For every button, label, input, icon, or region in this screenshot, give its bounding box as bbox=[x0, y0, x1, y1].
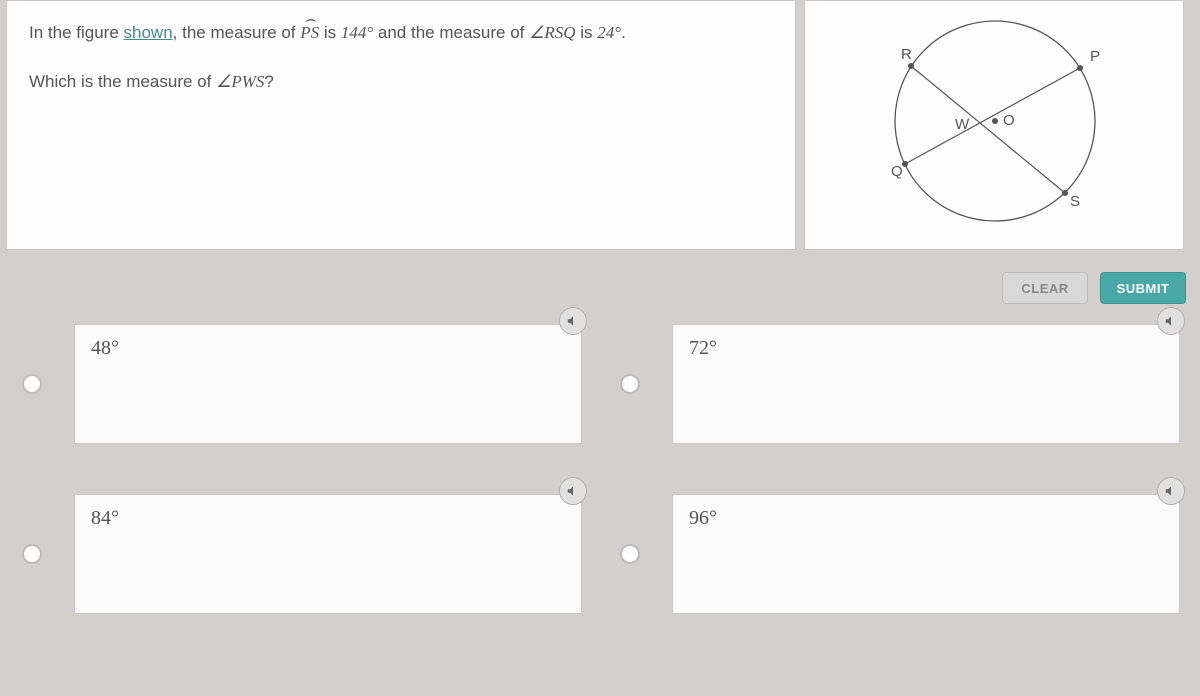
text: is bbox=[319, 23, 341, 42]
clear-button[interactable]: CLEAR bbox=[1002, 272, 1088, 304]
text: Which is the measure of bbox=[29, 72, 216, 91]
speaker-icon[interactable] bbox=[1157, 477, 1185, 505]
arc-value: 144° bbox=[341, 23, 373, 42]
question-panel: In the figure shown, the measure of PS i… bbox=[6, 0, 796, 250]
label-R: R bbox=[901, 46, 912, 63]
radio-option-b[interactable] bbox=[620, 374, 640, 394]
option-row-2: 84° 96° bbox=[0, 494, 1200, 614]
radio-option-c[interactable] bbox=[22, 544, 42, 564]
label-S: S bbox=[1070, 193, 1080, 210]
action-buttons: CLEAR SUBMIT bbox=[0, 254, 1200, 314]
radio-option-a[interactable] bbox=[22, 374, 42, 394]
option-a-label: 48° bbox=[91, 337, 119, 359]
angle-RSQ: ∠RSQ bbox=[529, 23, 575, 42]
text: In the figure bbox=[29, 23, 124, 42]
speaker-icon[interactable] bbox=[559, 477, 587, 505]
text: and the measure of bbox=[373, 23, 529, 42]
text: , the measure of bbox=[173, 23, 301, 42]
text: is bbox=[576, 23, 598, 42]
angle-RSQ-value: 24° bbox=[597, 23, 621, 42]
angle-PWS: ∠PWS bbox=[216, 72, 264, 91]
option-b[interactable]: 72° bbox=[672, 324, 1180, 444]
option-d-label: 96° bbox=[689, 507, 717, 529]
text: ? bbox=[264, 72, 273, 91]
label-O: O bbox=[1003, 112, 1015, 129]
figure-panel: P R Q S W O bbox=[804, 0, 1184, 250]
text: . bbox=[621, 23, 626, 42]
label-Q: Q bbox=[891, 163, 903, 180]
option-b-label: 72° bbox=[689, 337, 717, 359]
arc-PS: PS bbox=[300, 19, 319, 46]
radio-option-d[interactable] bbox=[620, 544, 640, 564]
submit-button[interactable]: SUBMIT bbox=[1100, 272, 1186, 304]
option-c-label: 84° bbox=[91, 507, 119, 529]
label-P: P bbox=[1090, 48, 1100, 65]
speaker-icon[interactable] bbox=[1157, 307, 1185, 335]
question-line-2: Which is the measure of ∠PWS? bbox=[29, 68, 773, 95]
circle-diagram: P R Q S W O bbox=[805, 1, 1185, 251]
option-c[interactable]: 84° bbox=[74, 494, 582, 614]
option-d[interactable]: 96° bbox=[672, 494, 1180, 614]
answer-options: 48° 72° 84° 96° bbox=[0, 314, 1200, 614]
linked-word-shown[interactable]: shown bbox=[124, 23, 173, 42]
speaker-icon[interactable] bbox=[559, 307, 587, 335]
option-row-1: 48° 72° bbox=[0, 324, 1200, 444]
question-line-1: In the figure shown, the measure of PS i… bbox=[29, 19, 773, 46]
top-row: In the figure shown, the measure of PS i… bbox=[0, 0, 1200, 254]
label-W: W bbox=[955, 116, 970, 133]
option-a[interactable]: 48° bbox=[74, 324, 582, 444]
